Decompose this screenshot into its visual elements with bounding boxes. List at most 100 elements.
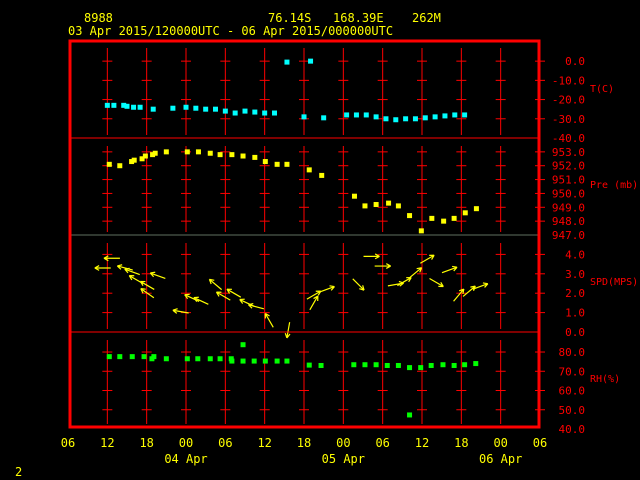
x-tick-label: 00 — [179, 436, 193, 450]
x-tick-label: 12 — [257, 436, 271, 450]
y-tick-label: -40.0 — [552, 132, 585, 145]
pressure-point — [373, 202, 379, 208]
x-tick-label: 06 — [375, 436, 389, 450]
temp-point — [284, 59, 290, 65]
y-tick-label: -20.0 — [552, 94, 585, 107]
pressure-point — [207, 150, 213, 156]
pressure-point — [117, 163, 123, 169]
temp-point — [183, 104, 189, 110]
temp-point — [321, 115, 327, 121]
x-tick-label: 00 — [336, 436, 350, 450]
rh-point — [395, 362, 401, 368]
x-tick-label: 06 — [533, 436, 547, 450]
rh-point — [440, 362, 446, 368]
rh-point — [284, 358, 290, 364]
temp-point — [213, 106, 218, 112]
y-tick-label: 952.0 — [552, 160, 585, 173]
panel-label-rh: RH(%) — [590, 374, 620, 385]
y-tick-label: 1.0 — [565, 307, 585, 320]
temp-point — [363, 112, 369, 118]
pressure-point — [306, 167, 312, 173]
wind-arrow — [149, 271, 166, 280]
rh-point — [262, 358, 268, 364]
y-tick-label: 40.0 — [559, 423, 586, 436]
wind-arrow — [363, 253, 380, 260]
temp-point — [272, 110, 277, 116]
pressure-point — [184, 149, 190, 155]
y-tick-label: 80.0 — [559, 346, 586, 359]
panel-label-temp: T(C) — [590, 84, 614, 95]
rh-point — [462, 362, 468, 368]
wind-arrow — [248, 302, 265, 310]
y-tick-label: 951.0 — [552, 174, 585, 187]
y-tick-label: 2.0 — [565, 287, 585, 300]
temp-point — [150, 106, 156, 112]
temp-point — [104, 102, 110, 108]
temp-point — [203, 106, 209, 112]
wind-arrow — [453, 288, 465, 302]
rh-point — [195, 356, 201, 362]
pressure-point — [142, 153, 148, 159]
temp-point — [222, 108, 228, 114]
rh-point — [418, 365, 424, 371]
x-tick-label: 18 — [454, 436, 468, 450]
pressure-point — [351, 193, 357, 199]
wind-arrow — [319, 285, 335, 293]
rh-point — [117, 354, 123, 360]
y-tick-label: 4.0 — [565, 248, 585, 261]
temp-point — [262, 110, 268, 116]
rh-point — [473, 361, 479, 367]
temp-point — [232, 110, 238, 116]
rh-point — [451, 362, 457, 368]
x-tick-label: 06 — [218, 436, 232, 450]
y-tick-label: 950.0 — [552, 187, 585, 200]
rh-point — [184, 356, 190, 362]
pressure-point — [407, 213, 413, 219]
temp-point — [308, 58, 314, 64]
temp-point — [344, 112, 350, 118]
wind-arrow — [441, 265, 458, 274]
pressure-point — [262, 159, 268, 165]
temp-point — [301, 114, 307, 120]
x-tick-label: 12 — [415, 436, 429, 450]
pressure-point — [386, 200, 392, 206]
temp-point — [242, 108, 248, 114]
wind-arrow — [462, 285, 476, 297]
rh-point — [351, 362, 357, 368]
pressure-point — [429, 215, 435, 221]
temp-point — [193, 105, 199, 111]
rh-point — [163, 356, 169, 362]
date-label: 06 Apr — [479, 452, 522, 466]
wind-arrow — [103, 255, 120, 262]
wind-arrow — [208, 278, 223, 291]
pressure-point — [274, 161, 280, 167]
rh-point — [151, 354, 157, 360]
temp-point — [252, 109, 258, 115]
x-tick-label: 18 — [139, 436, 153, 450]
y-tick-label: 949.0 — [552, 201, 585, 214]
rh-point — [229, 358, 235, 364]
temp-point — [124, 103, 130, 109]
wind-arrow — [309, 295, 319, 311]
wind-arrow — [94, 265, 111, 271]
pressure-point — [362, 203, 368, 209]
rh-point — [274, 358, 280, 364]
pressure-point — [240, 153, 246, 159]
wind-arrow — [429, 278, 444, 288]
rh-point — [251, 358, 257, 364]
rh-point — [318, 362, 324, 368]
temp-point — [442, 113, 448, 119]
rh-point — [217, 356, 223, 362]
x-tick-label: 18 — [297, 436, 311, 450]
y-tick-label: -10.0 — [552, 74, 585, 87]
pressure-point — [163, 149, 169, 155]
rh-point — [428, 362, 434, 368]
rh-point — [240, 342, 246, 348]
wind-arrow — [408, 267, 423, 279]
meteogram-chart: 0.0 -10.0 -20.0 -30.0 -40.0 T(C) 953.0952.0951… — [61, 39, 638, 466]
pressure-point — [441, 218, 447, 224]
wind-arrow — [140, 288, 155, 299]
pressure-point — [152, 150, 158, 156]
y-tick-label: -30.0 — [552, 113, 585, 126]
rh-point — [240, 358, 246, 364]
